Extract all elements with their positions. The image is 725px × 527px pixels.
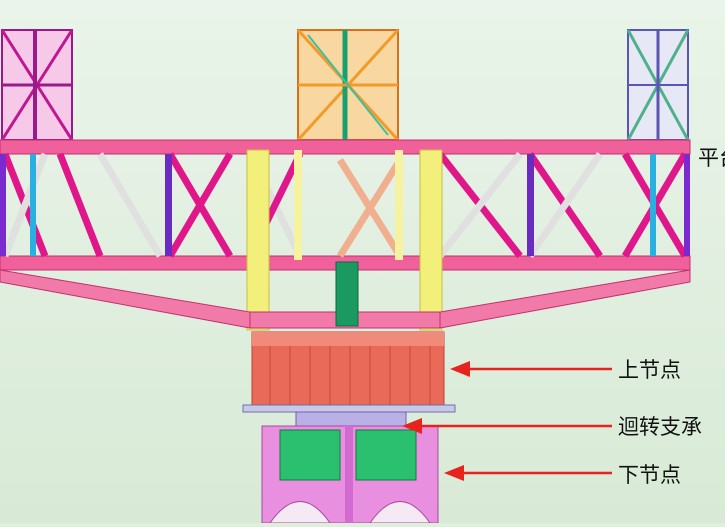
lower-node-body <box>261 425 439 524</box>
upper-node-label: 上节点 <box>618 358 681 382</box>
left-top-tower <box>0 29 74 141</box>
center-member <box>335 261 359 327</box>
slewing-bearing-label: 迴转支承 <box>618 415 702 439</box>
structure-drawing <box>0 0 725 524</box>
top-chord <box>0 139 691 155</box>
upper-node-body <box>251 331 445 408</box>
platform-label: 平台 <box>698 146 725 170</box>
lower-node-label: 下节点 <box>618 463 681 487</box>
right-top-tower <box>626 29 690 141</box>
center-top-tower <box>296 28 400 142</box>
diagram-canvas: 平台 上节点 迴转支承 下节点 <box>0 0 725 524</box>
